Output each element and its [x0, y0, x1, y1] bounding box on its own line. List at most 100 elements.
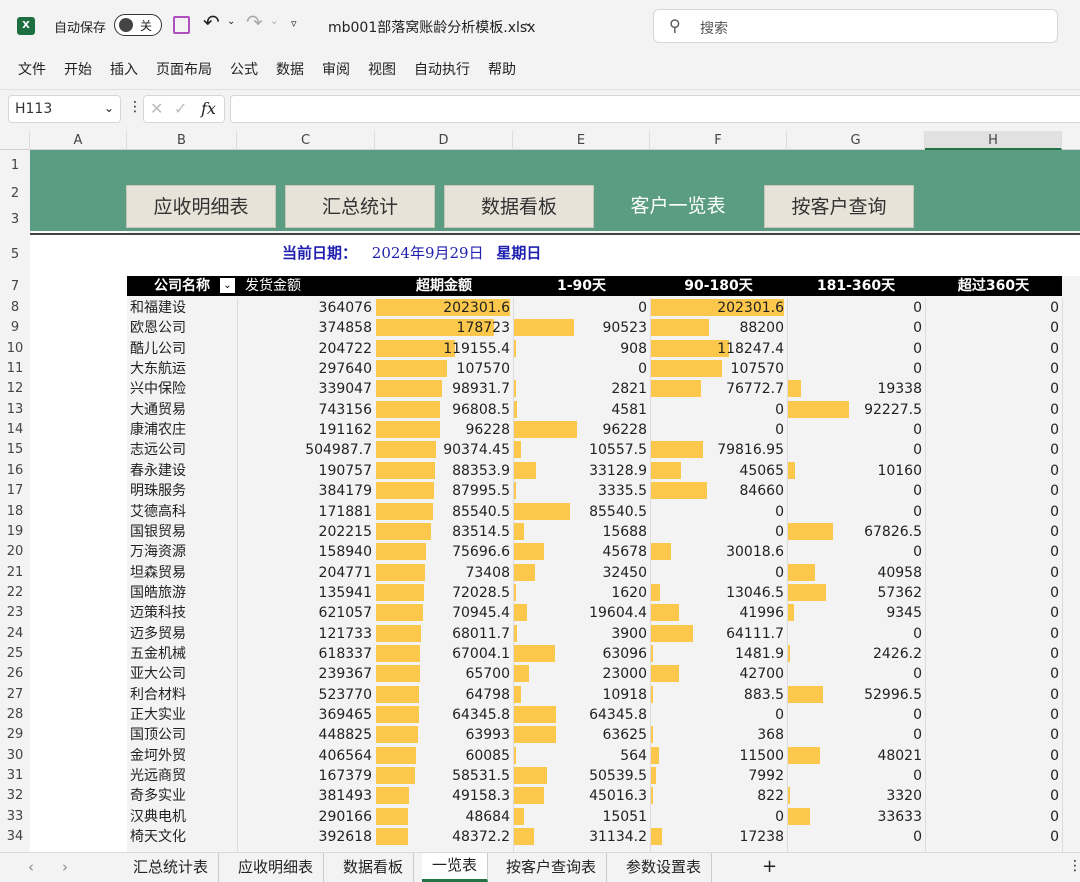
amount-cell[interactable]: 381493 — [237, 786, 375, 806]
amount-cell[interactable]: 72028.5 — [375, 583, 513, 603]
amount-cell[interactable]: 0 — [925, 522, 1062, 542]
amount-cell[interactable]: 204771 — [237, 563, 375, 583]
amount-cell[interactable]: 822 — [650, 786, 787, 806]
amount-cell[interactable]: 0 — [925, 766, 1062, 786]
menu-view[interactable]: 视图 — [368, 52, 396, 88]
redo-dropdown-icon[interactable]: ⌄ — [270, 16, 278, 27]
company-name[interactable]: 国皓旅游 — [127, 583, 237, 603]
amount-cell[interactable]: 7992 — [650, 766, 787, 786]
amount-cell[interactable]: 63993 — [375, 725, 513, 745]
amount-cell[interactable]: 384179 — [237, 481, 375, 501]
amount-cell[interactable]: 64111.7 — [650, 624, 787, 644]
amount-cell[interactable]: 135941 — [237, 583, 375, 603]
amount-cell[interactable]: 0 — [650, 522, 787, 542]
company-name[interactable]: 酷儿公司 — [127, 339, 237, 359]
amount-cell[interactable]: 63625 — [513, 725, 650, 745]
menu-help[interactable]: 帮助 — [488, 52, 516, 88]
amount-cell[interactable]: 0 — [925, 359, 1062, 379]
menu-data[interactable]: 数据 — [276, 52, 304, 88]
company-name[interactable]: 国顶公司 — [127, 725, 237, 745]
amount-cell[interactable]: 23000 — [513, 664, 650, 684]
amount-cell[interactable]: 0 — [925, 502, 1062, 522]
company-name[interactable]: 利合材料 — [127, 685, 237, 705]
sheet-tab-summary[interactable]: 汇总统计表 — [123, 853, 220, 882]
amount-cell[interactable]: 0 — [787, 664, 925, 684]
company-name[interactable]: 正大实业 — [127, 705, 237, 725]
amount-cell[interactable]: 10160 — [787, 461, 925, 481]
amount-cell[interactable]: 9345 — [787, 603, 925, 623]
company-name[interactable]: 奇多实业 — [127, 786, 237, 806]
company-name[interactable]: 坦森贸易 — [127, 563, 237, 583]
column-header[interactable]: D — [375, 131, 513, 150]
amount-cell[interactable]: 364076 — [237, 298, 375, 318]
column-header[interactable]: A — [30, 131, 127, 150]
more-options-icon[interactable]: ⋮ — [128, 99, 142, 115]
amount-cell[interactable]: 49158.3 — [375, 786, 513, 806]
amount-cell[interactable]: 50539.5 — [513, 766, 650, 786]
sheet-tab-customer-query[interactable]: 按客户查询表 — [496, 853, 608, 882]
amount-cell[interactable]: 0 — [787, 318, 925, 338]
amount-cell[interactable]: 63096 — [513, 644, 650, 664]
amount-cell[interactable]: 19338 — [787, 379, 925, 399]
amount-cell[interactable]: 57362 — [787, 583, 925, 603]
amount-cell[interactable]: 171881 — [237, 502, 375, 522]
filename[interactable]: mb001部落窝账龄分析模板.xlsx — [328, 17, 535, 37]
amount-cell[interactable]: 96808.5 — [375, 400, 513, 420]
amount-cell[interactable]: 90523 — [513, 318, 650, 338]
sheet-tab-overview[interactable]: 一览表 — [422, 853, 489, 882]
company-name[interactable]: 艾德高科 — [127, 502, 237, 522]
save-icon[interactable] — [173, 16, 190, 34]
formula-input[interactable] — [230, 95, 1080, 123]
amount-cell[interactable]: 0 — [650, 705, 787, 725]
amount-cell[interactable]: 11500 — [650, 746, 787, 766]
amount-cell[interactable]: 190757 — [237, 461, 375, 481]
amount-cell[interactable]: 0 — [925, 786, 1062, 806]
amount-cell[interactable]: 73408 — [375, 563, 513, 583]
amount-cell[interactable]: 65700 — [375, 664, 513, 684]
undo-dropdown-icon[interactable]: ⌄ — [227, 16, 235, 27]
amount-cell[interactable]: 202215 — [237, 522, 375, 542]
amount-cell[interactable]: 504987.7 — [237, 440, 375, 460]
amount-cell[interactable]: 0 — [787, 624, 925, 644]
menu-formulas[interactable]: 公式 — [230, 52, 258, 88]
amount-cell[interactable]: 10918 — [513, 685, 650, 705]
amount-cell[interactable]: 368 — [650, 725, 787, 745]
amount-cell[interactable]: 743156 — [237, 400, 375, 420]
company-name[interactable]: 光远商贸 — [127, 766, 237, 786]
amount-cell[interactable]: 121733 — [237, 624, 375, 644]
company-name[interactable]: 亚大公司 — [127, 664, 237, 684]
amount-cell[interactable]: 239367 — [237, 664, 375, 684]
amount-cell[interactable]: 0 — [650, 502, 787, 522]
menu-review[interactable]: 审阅 — [322, 52, 350, 88]
amount-cell[interactable]: 3900 — [513, 624, 650, 644]
amount-cell[interactable]: 0 — [925, 339, 1062, 359]
company-name[interactable]: 兴中保险 — [127, 379, 237, 399]
amount-cell[interactable]: 392618 — [237, 827, 375, 847]
nav-button-receivables-detail[interactable]: 应收明细表 — [126, 185, 276, 228]
sheet-tab-receivables[interactable]: 应收明细表 — [228, 853, 325, 882]
company-name[interactable]: 椅天文化 — [127, 827, 237, 847]
chevron-down-icon[interactable]: ⌄ — [104, 101, 114, 115]
amount-cell[interactable]: 1481.9 — [650, 644, 787, 664]
column-header[interactable]: F — [650, 131, 787, 150]
amount-cell[interactable]: 0 — [787, 542, 925, 562]
menu-home[interactable]: 开始 — [64, 52, 92, 88]
amount-cell[interactable]: 45016.3 — [513, 786, 650, 806]
amount-cell[interactable]: 0 — [513, 359, 650, 379]
amount-cell[interactable]: 98931.7 — [375, 379, 513, 399]
cancel-icon[interactable]: ✕ — [150, 99, 163, 118]
amount-cell[interactable]: 523770 — [237, 685, 375, 705]
amount-cell[interactable]: 0 — [650, 807, 787, 827]
amount-cell[interactable]: 204722 — [237, 339, 375, 359]
amount-cell[interactable]: 290166 — [237, 807, 375, 827]
company-name[interactable]: 春永建设 — [127, 461, 237, 481]
nav-button-customer-query[interactable]: 按客户查询 — [764, 185, 914, 228]
amount-cell[interactable]: 0 — [925, 705, 1062, 725]
amount-cell[interactable]: 33633 — [787, 807, 925, 827]
nav-button-customer-list[interactable]: 客户一览表 — [603, 185, 753, 228]
amount-cell[interactable]: 3320 — [787, 786, 925, 806]
menu-file[interactable]: 文件 — [18, 52, 46, 88]
amount-cell[interactable]: 45678 — [513, 542, 650, 562]
insert-function-icon[interactable]: fx — [201, 99, 216, 118]
amount-cell[interactable]: 96228 — [513, 420, 650, 440]
